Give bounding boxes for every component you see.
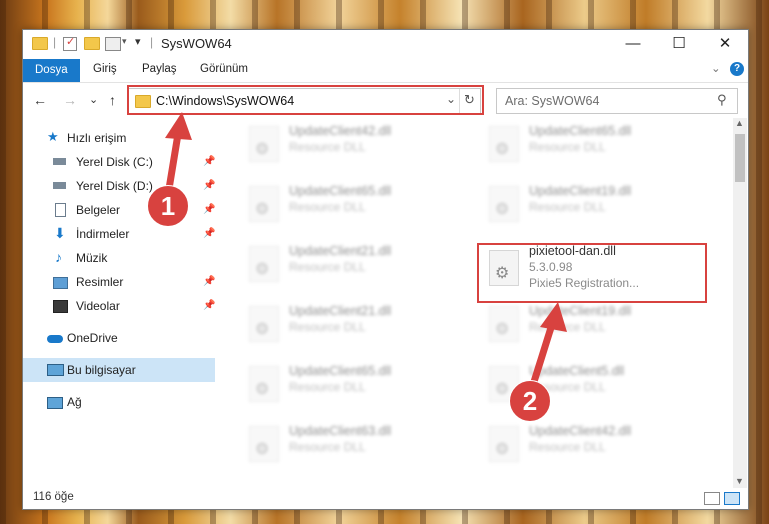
arrow-overlay bbox=[164, 112, 567, 387]
arrow-2-head bbox=[540, 302, 567, 332]
step-badge-1: 1 bbox=[147, 185, 189, 227]
step-badge-2: 2 bbox=[509, 380, 551, 422]
arrow-1-head bbox=[165, 112, 192, 140]
